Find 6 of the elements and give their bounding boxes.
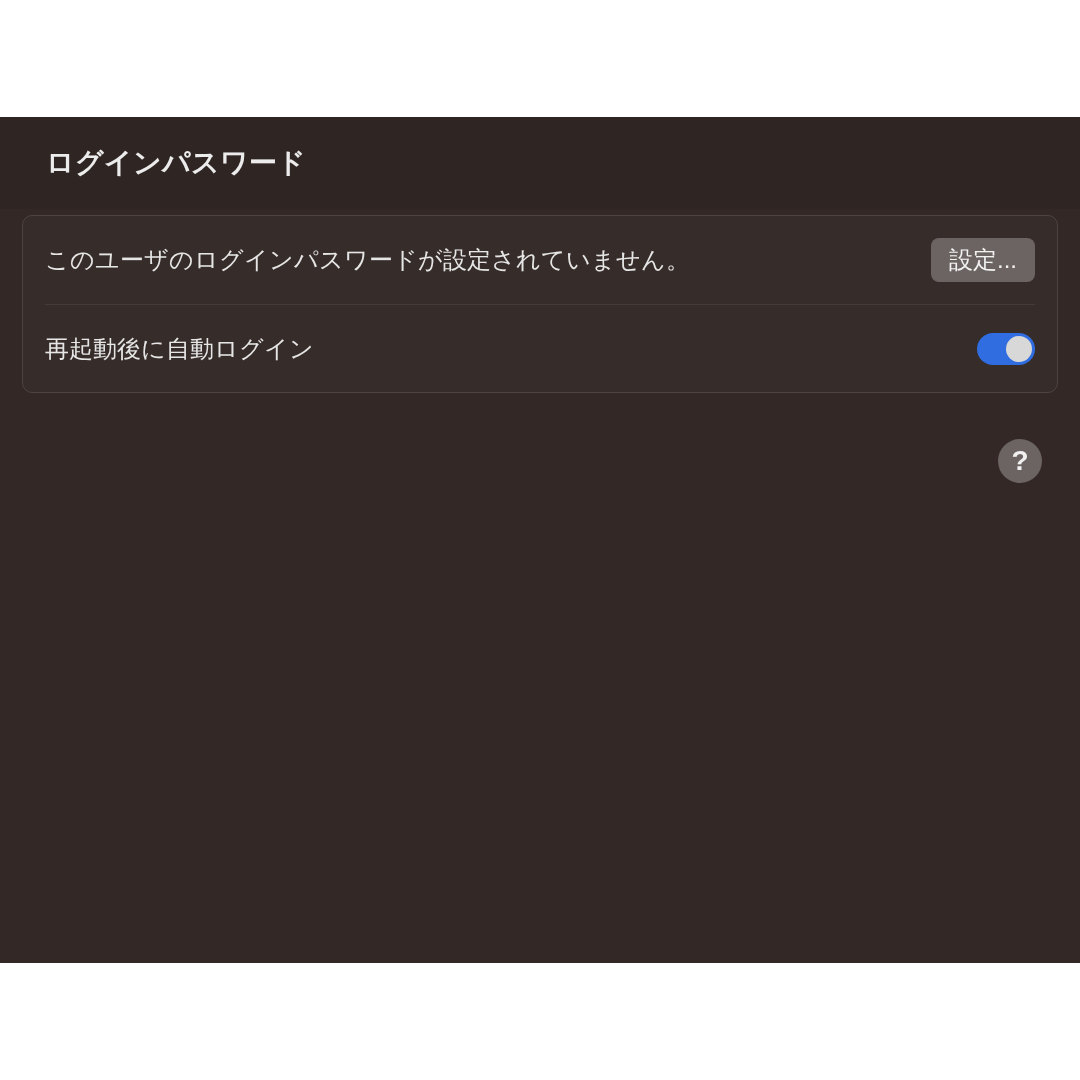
help-button[interactable]: ?	[998, 439, 1042, 483]
setting-label: このユーザのログインパスワードが設定されていません。	[45, 245, 690, 275]
set-button[interactable]: 設定...	[931, 238, 1035, 282]
section-title: ログインパスワード	[46, 146, 306, 180]
setting-label: 再起動後に自動ログイン	[45, 333, 314, 364]
toggle-switch[interactable]	[977, 332, 1035, 365]
